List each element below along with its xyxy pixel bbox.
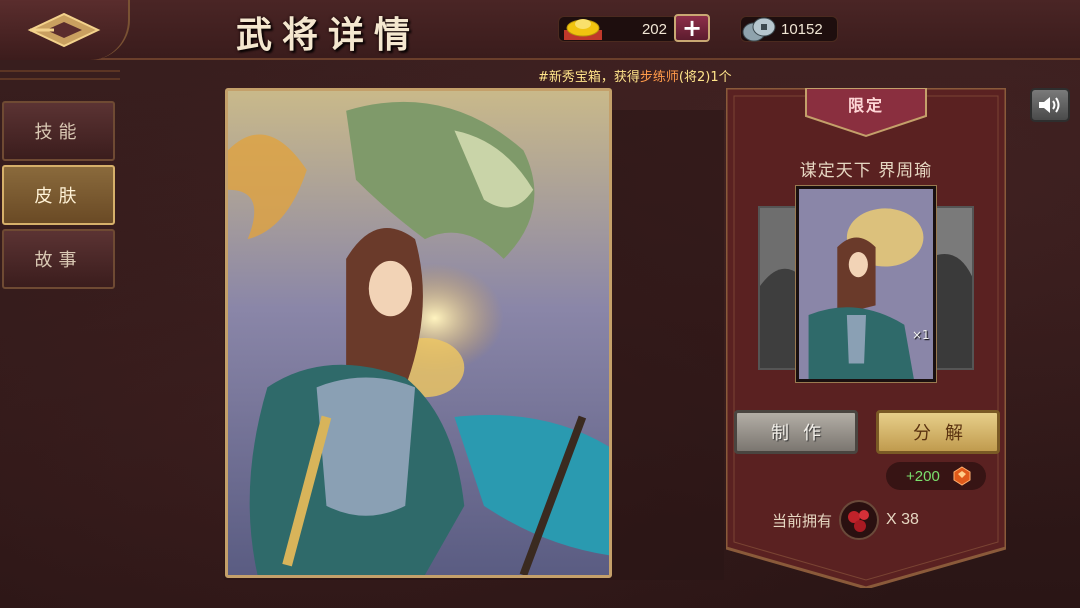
limited-badge: 限定 — [847, 96, 884, 115]
tab-skills[interactable]: 技能 — [2, 101, 115, 161]
selected-skin-card[interactable] — [796, 186, 936, 382]
owned-label: 当前拥有 — [772, 511, 833, 530]
add-gold-button[interactable]: + — [674, 14, 710, 42]
red-gem-icon — [953, 466, 971, 486]
gold-ingot-icon — [564, 19, 602, 40]
gold-currency: 202 — [558, 14, 678, 44]
hero-illustration — [228, 91, 609, 575]
decompose-button[interactable]: 分解 — [876, 410, 1000, 454]
copper-coin-icon — [742, 17, 776, 42]
coin-currency: 10152 — [740, 14, 838, 44]
sound-toggle-button[interactable] — [1030, 88, 1070, 122]
marquee-prefix: #新秀宝箱，获得 — [538, 70, 640, 85]
tab-story[interactable]: 故事 — [2, 229, 115, 289]
hero-portrait — [225, 88, 612, 578]
skin-panel: 限定 谋定天下 界周瑜 ×1 制作 分解 +200 当前拥有 X 38 — [726, 88, 1006, 588]
make-button[interactable]: 制作 — [734, 410, 858, 454]
tab-skins[interactable]: 皮肤 — [2, 165, 115, 225]
skin-name: 谋定天下 界周瑜 — [799, 161, 933, 181]
top-bar: 武将详情 202 + 10152 — [0, 0, 1080, 60]
decorative-divider — [0, 70, 120, 80]
marquee-highlight: 步练师 — [639, 70, 679, 85]
selected-skin-thumbnail — [799, 189, 933, 379]
page-title: 武将详情 — [236, 14, 421, 56]
skin-card-count: ×1 — [912, 328, 930, 342]
owned-material: 当前拥有 X 38 — [772, 500, 992, 540]
back-arrow-icon — [27, 12, 101, 48]
back-button[interactable] — [0, 0, 130, 60]
owned-count: X 38 — [886, 511, 919, 528]
plus-icon: + — [681, 14, 703, 42]
skin-shard-icon — [839, 500, 880, 540]
broadcast-marquee: #新秀宝箱，获得步练师(将2)1个 — [538, 66, 798, 86]
decompose-reward: +200 — [886, 462, 986, 490]
speaker-icon — [1039, 97, 1060, 113]
marquee-suffix: (将2)1个 — [678, 70, 732, 85]
reward-amount: +200 — [906, 467, 940, 485]
